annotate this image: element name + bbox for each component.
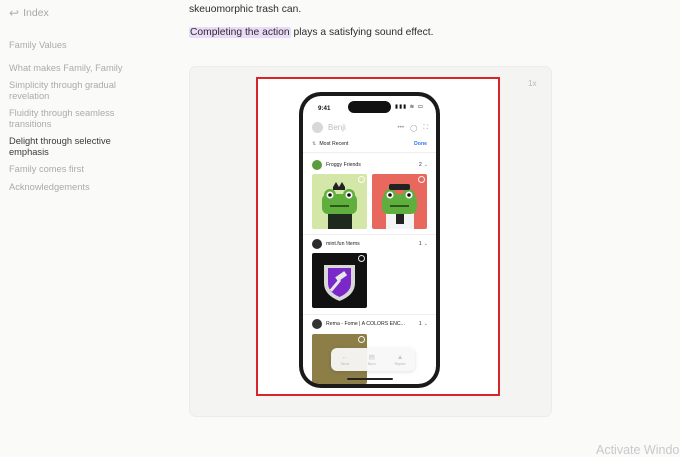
nft-tile-shield[interactable] — [312, 253, 367, 308]
chat-icon[interactable]: ◯ — [410, 124, 417, 132]
nft-tile-frog-2[interactable] — [372, 174, 427, 229]
collection-name: Rema - Fome | A COLORS ENC... — [326, 321, 405, 327]
divider — [303, 314, 436, 315]
collection-count: 1 — [418, 321, 422, 327]
collection-header-froggy[interactable]: Froggy Friends 2 ⌄ — [312, 160, 428, 170]
article-paragraph: Completing the action plays a satisfying… — [189, 27, 434, 38]
wallet-header: Benji ••• ◯ ⛶ — [312, 122, 428, 133]
article-text-line: skeuomorphic trash can. — [189, 4, 302, 15]
report-button[interactable]: ▲ Report — [395, 354, 406, 366]
burn-label: Burn — [368, 361, 376, 366]
dynamic-island — [348, 101, 391, 113]
collection-header-mintfun[interactable]: mint.fun !items 1 ⌄ — [312, 239, 428, 249]
more-icon[interactable]: ••• — [397, 124, 404, 132]
burn-button[interactable]: ▤ Burn — [368, 354, 376, 366]
divider — [303, 234, 436, 235]
collection-count: 2 — [418, 162, 422, 168]
paragraph-text: plays a satisfying sound effect. — [290, 27, 434, 38]
sidebar-item-acknowledgements[interactable]: Acknowledgements — [9, 182, 127, 193]
collection-header-rema[interactable]: Rema - Fome | A COLORS ENC... 1 ⌄ — [312, 319, 428, 329]
sort-bar: ⇅ Most Recent Done — [312, 141, 427, 147]
selection-circle[interactable] — [358, 255, 365, 262]
action-toolbar: ← Send ▤ Burn ▲ Report — [331, 348, 415, 371]
sidebar-item-fluidity[interactable]: Fluidity through seamless transitions — [9, 108, 127, 129]
windows-activation-watermark: Activate Windo — [596, 443, 680, 457]
collection-avatar — [312, 160, 322, 170]
playback-speed-button[interactable]: 1x — [528, 79, 536, 88]
sidebar-item-simplicity[interactable]: Simplicity through gradual revelation — [9, 80, 127, 101]
avatar[interactable] — [312, 122, 323, 133]
sidebar-item-family-values[interactable]: Family Values — [9, 40, 127, 51]
chevron-down-icon: ⌄ — [423, 241, 428, 247]
chevron-down-icon: ⌄ — [423, 321, 428, 327]
warning-icon: ▲ — [396, 353, 404, 361]
sidebar-nav: Family Values What makes Family, Family … — [9, 40, 127, 199]
collection-count: 1 — [418, 241, 422, 247]
selection-circle[interactable] — [418, 176, 425, 183]
send-label: Send — [340, 361, 349, 366]
send-icon: ← — [341, 353, 348, 361]
scan-icon[interactable]: ⛶ — [423, 124, 428, 132]
sidebar-item-family-first[interactable]: Family comes first — [9, 164, 127, 175]
chevron-down-icon: ⌄ — [423, 162, 428, 168]
collection-avatar — [312, 239, 322, 249]
trash-icon: ▤ — [368, 353, 375, 361]
status-icons: ▮▮▮ ≋ ▭ — [395, 104, 424, 110]
sort-icon[interactable]: ⇅ — [312, 141, 316, 147]
send-button[interactable]: ← Send — [341, 354, 349, 366]
back-label: Index — [23, 7, 49, 19]
phone-mockup: 9:41 ▮▮▮ ≋ ▭ Benji ••• ◯ ⛶ ⇅ Most Recent… — [299, 92, 440, 388]
done-button[interactable]: Done — [414, 141, 427, 147]
collection-avatar — [312, 319, 322, 329]
report-label: Report — [394, 361, 406, 366]
selection-circle[interactable] — [358, 176, 365, 183]
collection-name: Froggy Friends — [326, 162, 361, 168]
divider — [303, 152, 436, 153]
home-indicator — [347, 378, 393, 380]
highlighted-phrase: Completing the action — [189, 27, 291, 38]
sort-label[interactable]: Most Recent — [319, 141, 414, 147]
profile-name: Benji — [328, 123, 346, 132]
sidebar-item-what-makes-family[interactable]: What makes Family, Family — [9, 63, 127, 74]
collection-name: mint.fun !items — [326, 241, 360, 247]
back-to-index-link[interactable]: ↩ Index — [9, 6, 49, 20]
selection-circle[interactable] — [358, 336, 365, 343]
status-time: 9:41 — [318, 105, 331, 112]
nft-tile-frog-1[interactable] — [312, 174, 367, 229]
phone-screen: 9:41 ▮▮▮ ≋ ▭ Benji ••• ◯ ⛶ ⇅ Most Recent… — [303, 96, 436, 384]
back-arrow-icon: ↩ — [9, 6, 20, 20]
sidebar-item-delight[interactable]: Delight through selective emphasis — [9, 136, 127, 157]
